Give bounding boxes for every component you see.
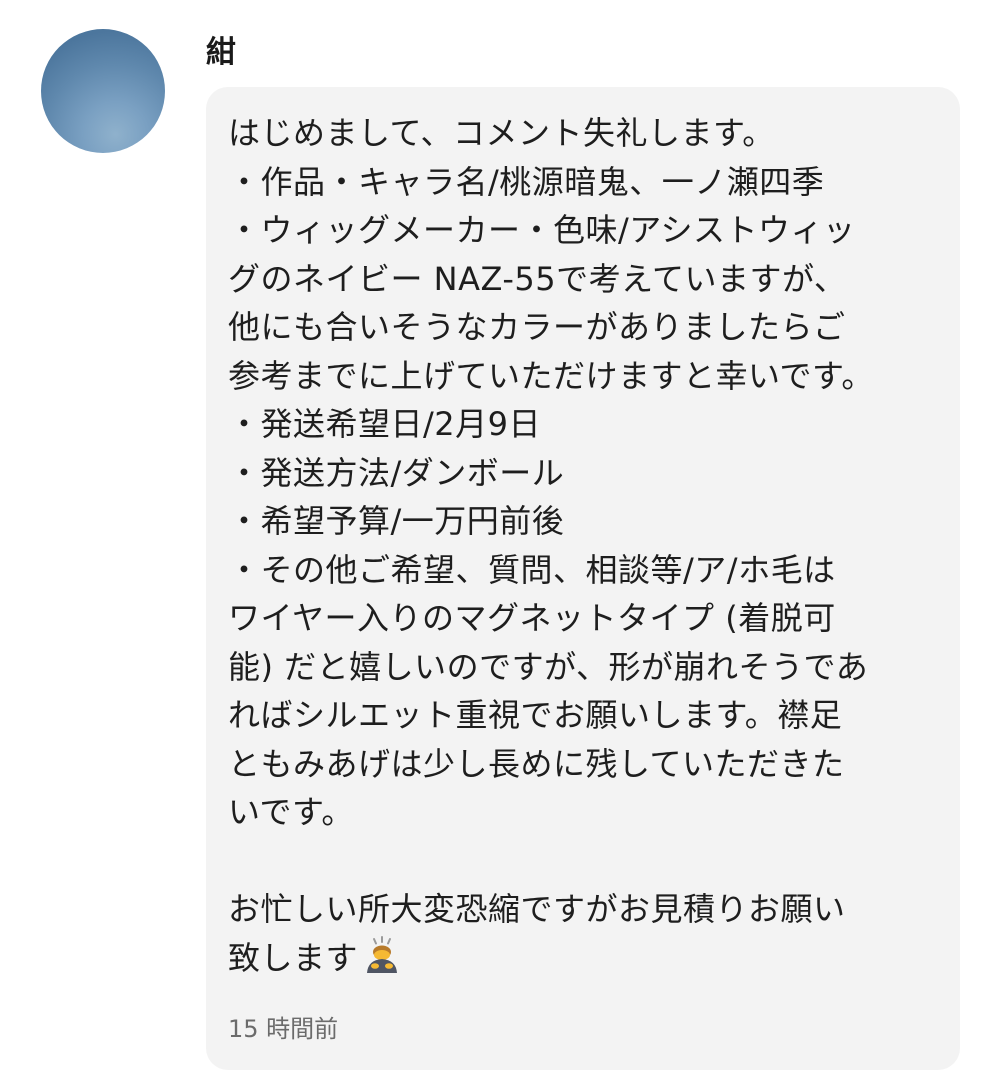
person-bowing-icon <box>362 935 402 989</box>
comment-line: グのネイビー NAZ-55で考えていますが、 <box>228 259 847 298</box>
comment-line: ワイヤー入りのマグネットタイプ (着脱可 <box>228 599 836 637</box>
comment-line: はじめまして、コメント失礼します。 <box>228 114 775 152</box>
comment-line: 参考までに上げていただけますと幸いです。 <box>228 356 874 395</box>
avatar[interactable] <box>41 29 165 153</box>
comment-username[interactable]: 紺 <box>206 33 236 73</box>
comment-line: ・発送希望日/2月9日 <box>228 405 542 443</box>
comment-line: ればシルエット重視でお願いします。襟足 <box>228 696 843 734</box>
comment-bubble: はじめまして、コメント失礼します。 ・作品・キャラ名/桃源暗鬼、一ノ瀬四季 ・ウ… <box>206 87 960 1070</box>
comment-timestamp: 15 時間前 <box>228 1015 339 1043</box>
comment-line: ・発送方法/ダンボール <box>228 453 565 492</box>
comment-line: ・作品・キャラ名/桃源暗鬼、一ノ瀬四季 <box>228 162 825 201</box>
comment-line: ・その他ご希望、質問、相談等/ア/ホ毛は <box>228 550 836 589</box>
comment-line: ・希望予算/一万円前後 <box>228 502 565 540</box>
comment-line-text: 致します <box>228 938 359 977</box>
comment-line: 他にも合いそうなカラーがありましたらご <box>228 308 846 346</box>
comment-line: お忙しい所大変恐縮ですがお見積りお願い <box>228 890 846 928</box>
comment-line: 能) だと嬉しいのですが、形が崩れそうであ <box>228 647 869 686</box>
comment-line-last: 致します <box>228 934 940 983</box>
comment-line-blank <box>228 837 940 886</box>
comment-line: ・ウィッグメーカー・色味/アシストウィッ <box>228 211 856 249</box>
comment-line: ともみあげは少し長めに残していただきた <box>228 744 845 783</box>
comment-line: いです。 <box>228 793 354 831</box>
